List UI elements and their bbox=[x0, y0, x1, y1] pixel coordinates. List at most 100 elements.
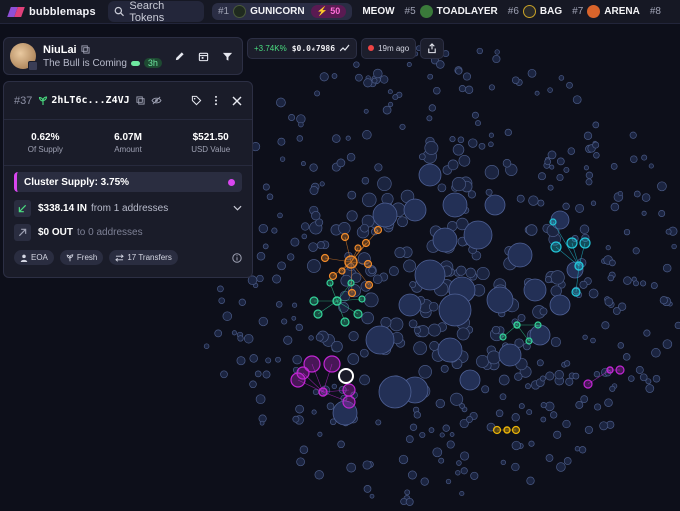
holder-bubble[interactable] bbox=[516, 194, 525, 203]
holder-bubble[interactable] bbox=[309, 186, 319, 195]
cluster-bubble[interactable] bbox=[499, 333, 507, 341]
cluster-hub-bubble[interactable] bbox=[606, 366, 614, 374]
holder-bubble[interactable] bbox=[363, 485, 372, 493]
holder-bubble[interactable] bbox=[540, 416, 547, 423]
holder-bubble[interactable] bbox=[353, 61, 360, 68]
cluster-bubble[interactable] bbox=[579, 237, 591, 249]
holder-bubble[interactable] bbox=[584, 425, 593, 434]
holder-bubble[interactable] bbox=[332, 134, 341, 143]
holder-bubble[interactable] bbox=[428, 104, 436, 112]
cluster-bubble[interactable] bbox=[354, 244, 362, 252]
holder-bubble[interactable] bbox=[643, 329, 651, 337]
cluster-bubble[interactable] bbox=[320, 253, 330, 263]
holder-bubble[interactable] bbox=[650, 282, 658, 290]
large-holder-bubble[interactable] bbox=[398, 293, 422, 317]
holder-bubble[interactable] bbox=[407, 470, 417, 480]
holder-bubble[interactable] bbox=[438, 457, 445, 464]
holder-bubble[interactable] bbox=[590, 200, 597, 206]
large-holder-bubble[interactable] bbox=[432, 227, 458, 253]
holder-bubble[interactable] bbox=[292, 354, 302, 365]
cluster-bubble[interactable] bbox=[309, 296, 319, 306]
holder-bubble[interactable] bbox=[572, 372, 580, 380]
holder-bubble[interactable] bbox=[432, 447, 443, 458]
holder-bubble[interactable] bbox=[314, 90, 321, 97]
cluster-bubble[interactable] bbox=[347, 288, 357, 298]
large-holder-bubble[interactable] bbox=[463, 220, 493, 250]
holder-bubble[interactable] bbox=[488, 84, 495, 91]
cluster-bubble[interactable] bbox=[549, 218, 557, 226]
holder-bubble[interactable] bbox=[511, 413, 520, 422]
holder-bubble[interactable] bbox=[502, 159, 512, 168]
holder-bubble[interactable] bbox=[465, 267, 476, 278]
filter-button[interactable] bbox=[218, 47, 236, 65]
holder-bubble[interactable] bbox=[645, 384, 655, 393]
holder-bubble[interactable] bbox=[345, 135, 351, 141]
large-holder-bubble[interactable] bbox=[414, 259, 446, 291]
holder-bubble[interactable] bbox=[585, 171, 594, 179]
holder-bubble[interactable] bbox=[671, 243, 677, 250]
holder-bubble[interactable] bbox=[604, 297, 614, 307]
holder-bubble[interactable] bbox=[347, 353, 360, 365]
cluster-bubble[interactable] bbox=[361, 238, 371, 248]
holder-bubble[interactable] bbox=[544, 158, 552, 166]
holder-bubble[interactable] bbox=[445, 478, 452, 485]
holder-bubble[interactable] bbox=[331, 383, 337, 390]
holder-bubble[interactable] bbox=[405, 497, 414, 506]
holder-bubble[interactable] bbox=[346, 462, 357, 473]
holder-bubble[interactable] bbox=[558, 75, 565, 81]
large-holder-bubble[interactable] bbox=[365, 325, 395, 355]
holder-bubble[interactable] bbox=[442, 424, 450, 432]
holder-bubble[interactable] bbox=[545, 454, 554, 462]
holder-bubble[interactable] bbox=[583, 131, 593, 140]
tag-transfers[interactable]: 17 Transfers bbox=[109, 250, 178, 265]
large-holder-bubble[interactable] bbox=[418, 163, 442, 187]
holder-bubble[interactable] bbox=[633, 280, 639, 287]
holder-bubble[interactable] bbox=[526, 409, 533, 416]
holder-bubble[interactable] bbox=[311, 409, 317, 415]
holder-bubble[interactable] bbox=[460, 451, 470, 461]
holder-bubble[interactable] bbox=[481, 385, 490, 394]
holder-bubble[interactable] bbox=[258, 316, 268, 327]
holder-bubble[interactable] bbox=[582, 334, 588, 340]
holder-bubble[interactable] bbox=[511, 440, 521, 451]
holder-bubble[interactable] bbox=[255, 394, 266, 405]
holder-bubble[interactable] bbox=[259, 420, 265, 426]
holder-bubble[interactable] bbox=[346, 152, 356, 162]
holder-bubble[interactable] bbox=[579, 224, 590, 235]
holder-address[interactable]: 2hLT6c...Z4VJ bbox=[51, 95, 129, 106]
holder-bubble[interactable] bbox=[527, 68, 537, 78]
holder-bubble[interactable] bbox=[662, 339, 673, 349]
holder-bubble[interactable] bbox=[459, 490, 465, 497]
holder-bubble[interactable] bbox=[652, 374, 661, 383]
holder-bubble[interactable] bbox=[495, 409, 504, 418]
large-holder-bubble[interactable] bbox=[486, 286, 514, 314]
price-chip[interactable]: +3.74K% $0.0₄7986 bbox=[247, 37, 358, 59]
holder-bubble[interactable] bbox=[609, 259, 616, 267]
holder-bubble[interactable] bbox=[406, 62, 412, 67]
holder-bubble[interactable] bbox=[387, 89, 393, 95]
holder-bubble[interactable] bbox=[420, 477, 429, 486]
holder-bubble[interactable] bbox=[630, 155, 638, 163]
holder-bubble[interactable] bbox=[331, 340, 343, 353]
holder-bubble[interactable] bbox=[601, 321, 610, 330]
holder-bubble[interactable] bbox=[565, 377, 574, 386]
holder-bubble[interactable] bbox=[290, 237, 300, 247]
holder-bubble[interactable] bbox=[549, 164, 555, 170]
cluster-bubble[interactable] bbox=[615, 365, 625, 375]
cluster-hub-bubble[interactable] bbox=[318, 387, 328, 397]
cluster-bubble[interactable] bbox=[571, 287, 581, 297]
holder-bubble[interactable] bbox=[462, 72, 472, 81]
holder-bubble[interactable] bbox=[585, 178, 593, 186]
hide-eye-icon[interactable] bbox=[151, 96, 162, 105]
holder-bubble[interactable] bbox=[295, 323, 303, 332]
copy-icon[interactable] bbox=[136, 96, 145, 105]
holder-bubble[interactable] bbox=[336, 158, 346, 168]
holder-bubble[interactable] bbox=[455, 470, 461, 476]
holder-bubble[interactable] bbox=[331, 73, 338, 79]
holder-bubble[interactable] bbox=[578, 446, 587, 454]
holder-bubble[interactable] bbox=[275, 301, 283, 308]
holder-bubble[interactable] bbox=[547, 150, 557, 160]
holder-bubble[interactable] bbox=[277, 261, 286, 271]
holder-bubble[interactable] bbox=[319, 181, 325, 187]
ticker-item-toadlayer[interactable]: #5 TOADLAYER bbox=[405, 5, 498, 18]
